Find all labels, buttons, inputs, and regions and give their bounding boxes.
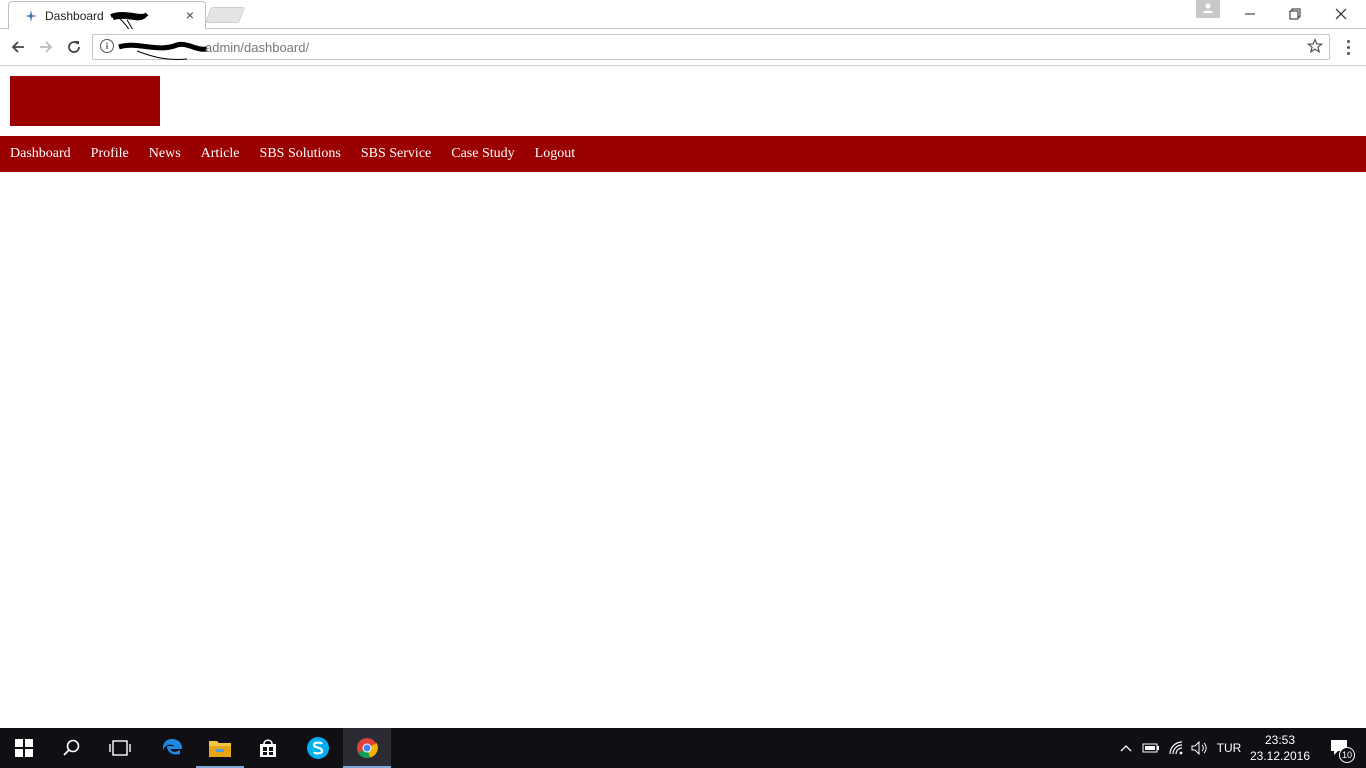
clock-time: 23:53: [1264, 733, 1296, 747]
nav-item-article[interactable]: Article: [201, 146, 240, 162]
site-favicon-icon: [25, 10, 37, 22]
show-hidden-icons-button[interactable]: [1116, 728, 1136, 768]
chevron-up-icon: [1120, 745, 1132, 752]
clock[interactable]: 23:53 23.12.2016: [1246, 732, 1314, 764]
back-button[interactable]: [7, 36, 29, 58]
edge-icon: [162, 739, 183, 755]
browser-tabstrip: Dashboard ×: [0, 0, 1366, 59]
network-button[interactable]: [1166, 728, 1188, 768]
tab-close-button[interactable]: ×: [183, 7, 197, 23]
menu-dot-icon: [1346, 45, 1350, 49]
restore-button[interactable]: [1272, 0, 1318, 28]
browser-toolbar: i admin/dashboard/: [0, 29, 1366, 66]
reload-icon: [68, 41, 80, 53]
windows-taskbar: TUR 23:53 23.12.2016 10: [0, 728, 1366, 768]
search-icon: [63, 739, 80, 756]
nav-item-logout[interactable]: Logout: [535, 146, 575, 162]
nav-item-sbs-solutions[interactable]: SBS Solutions: [260, 146, 341, 162]
clock-date: 23.12.2016: [1249, 749, 1311, 763]
nav-item-dashboard[interactable]: Dashboard: [10, 146, 71, 162]
close-icon: [1335, 8, 1347, 20]
notification-count-badge: 10: [1339, 747, 1355, 763]
browser-menu-button[interactable]: [1340, 36, 1356, 58]
taskbar-app-file-explorer[interactable]: [196, 728, 244, 768]
address-bar[interactable]: i admin/dashboard/: [92, 34, 1330, 60]
redaction-scribble: [118, 41, 208, 60]
nav-item-news[interactable]: News: [149, 146, 181, 162]
close-window-button[interactable]: [1318, 0, 1364, 28]
battery-button[interactable]: [1140, 728, 1162, 768]
menu-dot-icon: [1346, 39, 1350, 43]
taskbar-app-skype[interactable]: [294, 728, 342, 768]
file-explorer-icon: [209, 741, 231, 757]
battery-icon: [1142, 743, 1159, 753]
forward-button[interactable]: [35, 36, 57, 58]
wifi-icon: [1169, 741, 1183, 755]
windows-start-icon: [15, 739, 33, 757]
person-icon: [1203, 3, 1213, 13]
store-icon: [260, 739, 276, 757]
chrome-icon: [357, 738, 378, 758]
task-view-button[interactable]: [96, 728, 144, 768]
taskbar-app-store[interactable]: [244, 728, 292, 768]
menu-dot-icon: [1346, 51, 1350, 55]
taskbar-app-chrome[interactable]: [343, 728, 391, 768]
start-button[interactable]: [0, 728, 48, 768]
volume-button[interactable]: [1188, 728, 1210, 768]
action-center-button[interactable]: 10: [1320, 728, 1360, 768]
browser-tab[interactable]: Dashboard ×: [8, 1, 206, 59]
minimize-button[interactable]: [1227, 0, 1273, 28]
task-view-icon: [109, 740, 131, 756]
minimize-icon: [1245, 13, 1255, 15]
input-language-button[interactable]: TUR: [1212, 728, 1246, 768]
nav-item-case-study[interactable]: Case Study: [451, 146, 514, 162]
speaker-icon: [1191, 741, 1207, 755]
nav-item-profile[interactable]: Profile: [91, 146, 129, 162]
new-tab-button[interactable]: [205, 7, 245, 23]
skype-icon: [307, 737, 329, 759]
taskbar-app-edge[interactable]: [148, 728, 196, 768]
url-text: admin/dashboard/: [205, 40, 310, 55]
site-logo[interactable]: [10, 76, 160, 126]
reload-button[interactable]: [63, 36, 85, 58]
main-nav: Dashboard Profile News Article SBS Solut…: [0, 136, 1366, 172]
info-icon[interactable]: i: [100, 39, 114, 53]
search-button[interactable]: [48, 728, 96, 768]
profile-button[interactable]: [1196, 0, 1220, 18]
restore-icon: [1289, 8, 1301, 20]
nav-item-sbs-service[interactable]: SBS Service: [361, 146, 431, 162]
arrow-right-icon: [40, 41, 53, 53]
arrow-left-icon: [11, 41, 24, 53]
tab-title: Dashboard: [45, 9, 104, 23]
bookmark-star-icon[interactable]: [1307, 38, 1323, 54]
